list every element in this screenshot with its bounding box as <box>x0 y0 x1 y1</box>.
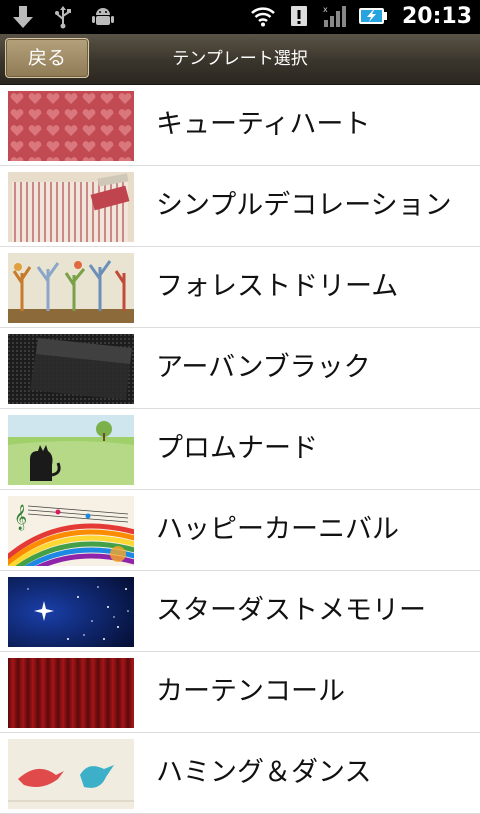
template-label: ハミング＆ダンス <box>156 757 372 788</box>
svg-text:x: x <box>323 5 328 14</box>
template-label: ハッピーカーニバル <box>156 514 399 545</box>
starry-night-thumbnail <box>8 577 134 647</box>
template-label: キューティハート <box>156 109 371 140</box>
template-thumbnail: 𝄞 <box>8 496 134 566</box>
alert-icon <box>290 6 307 26</box>
template-item-simple-decoration[interactable]: シンプルデコレーション <box>0 166 480 247</box>
template-thumbnail <box>8 172 134 242</box>
cat-meadow-thumbnail <box>8 415 134 485</box>
template-label: スターダストメモリー <box>156 595 426 626</box>
svg-text:𝄞: 𝄞 <box>14 504 27 530</box>
usb-icon <box>55 6 71 29</box>
striped-paper-thumbnail <box>8 172 134 242</box>
template-label: アーバンブラック <box>156 352 371 383</box>
template-label: シンプルデコレーション <box>156 190 452 221</box>
template-item-forest-dream[interactable]: フォレストドリーム <box>0 247 480 328</box>
template-item-urban-black[interactable]: アーバンブラック <box>0 328 480 409</box>
wifi-icon <box>251 7 275 27</box>
template-item-curtain-call[interactable]: カーテンコール <box>0 652 480 733</box>
battery-charging-icon <box>358 8 387 24</box>
template-item-cutie-heart[interactable]: キューティハート <box>0 85 480 166</box>
clock: 20:13 <box>401 3 472 29</box>
template-label: プロムナード <box>156 433 318 464</box>
template-thumbnail <box>8 739 134 809</box>
birds-thumbnail <box>8 739 134 809</box>
red-curtain-thumbnail <box>8 658 134 728</box>
template-item-humming-and-dance[interactable]: ハミング＆ダンス <box>0 733 480 814</box>
template-list: キューティハート シンプルデコレーション フォレストドリーム アーバンブラック … <box>0 85 480 814</box>
title-bar: テンプレート選択 戻る <box>0 34 480 85</box>
hearts-pattern-thumbnail <box>8 91 134 161</box>
template-item-stardust-memory[interactable]: スターダストメモリー <box>0 571 480 652</box>
template-thumbnail <box>8 334 134 404</box>
download-icon <box>13 6 33 28</box>
template-thumbnail <box>8 253 134 323</box>
template-item-happy-carnival[interactable]: 𝄞 ハッピーカーニバル <box>0 490 480 571</box>
template-label: カーテンコール <box>156 676 345 707</box>
template-thumbnail <box>8 91 134 161</box>
android-debug-icon <box>92 8 114 25</box>
signal-icon: x <box>323 5 346 27</box>
template-thumbnail <box>8 577 134 647</box>
template-thumbnail <box>8 658 134 728</box>
template-label: フォレストドリーム <box>156 271 399 302</box>
status-bar: x 20:13 <box>0 0 480 34</box>
template-thumbnail <box>8 415 134 485</box>
template-item-promenade[interactable]: プロムナード <box>0 409 480 490</box>
black-mesh-thumbnail <box>8 334 134 404</box>
back-button[interactable]: 戻る <box>5 38 89 78</box>
rainbow-music-thumbnail: 𝄞 <box>8 496 134 566</box>
forest-trees-thumbnail <box>8 253 134 323</box>
